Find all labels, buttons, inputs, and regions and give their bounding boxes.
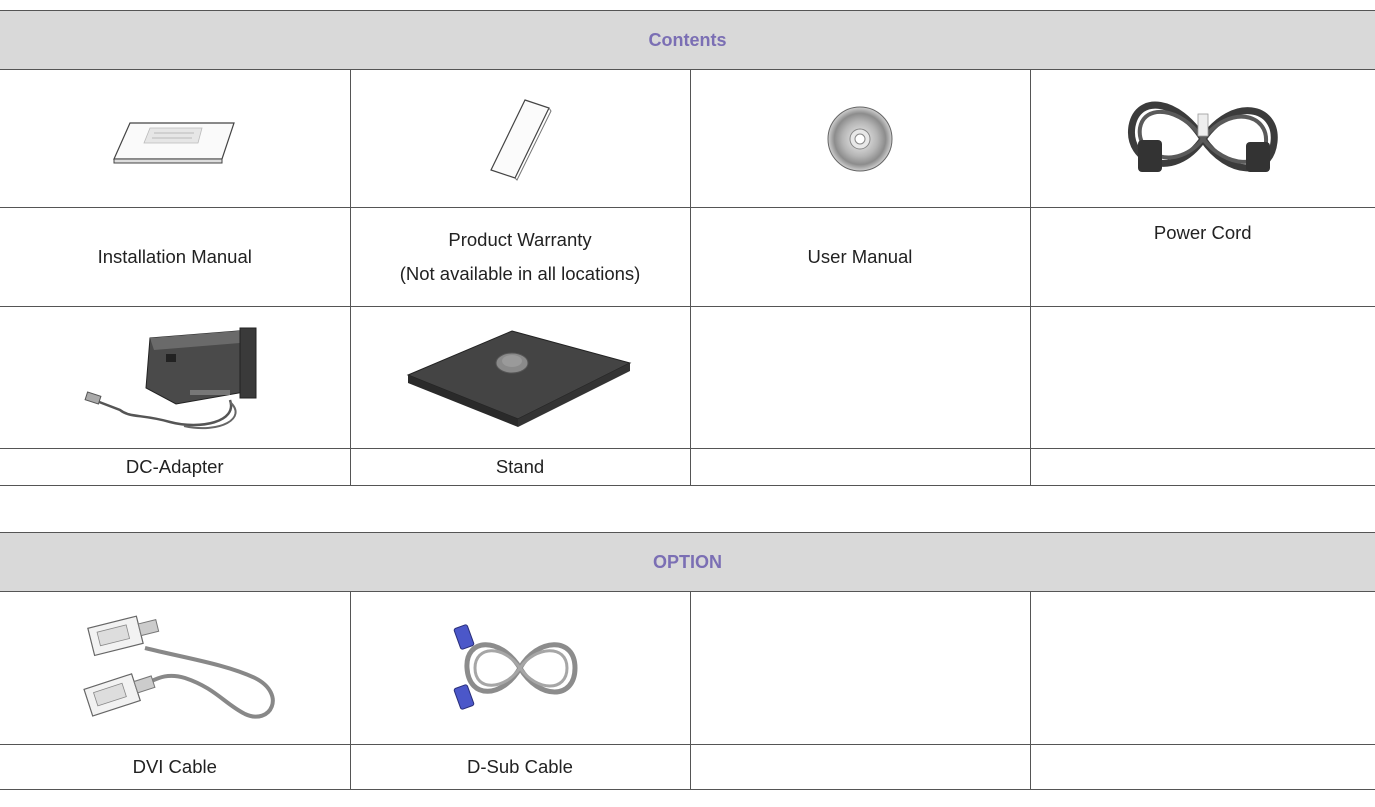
dc-adapter-caption-cell: DC-Adapter <box>0 448 351 486</box>
warranty-booklet-icon <box>490 98 552 181</box>
empty-caption-cell-2 <box>1029 448 1375 486</box>
dvi-cable-label: DVI Cable <box>132 756 217 777</box>
dc-adapter-icon <box>84 327 257 429</box>
user-manual-label: User Manual <box>807 246 913 267</box>
option-empty-caption-cell-2 <box>1029 744 1375 790</box>
option-empty-caption-cell-1 <box>689 744 1031 790</box>
dvi-cable-caption-cell: DVI Cable <box>0 744 351 790</box>
empty-caption-cell-1 <box>689 448 1031 486</box>
stand-icon <box>406 329 632 427</box>
installation-manual-image-cell <box>0 69 351 208</box>
d-sub-cable-image-cell <box>349 591 691 745</box>
d-sub-cable-caption-cell: D-Sub Cable <box>349 744 691 790</box>
power-cord-label: Power Cord <box>1153 222 1252 243</box>
option-header: OPTION <box>0 532 1375 592</box>
option-empty-image-cell-2 <box>1029 591 1375 745</box>
installation-manual-label: Installation Manual <box>97 246 252 267</box>
contents-header: Contents <box>0 10 1375 70</box>
stand-label: Stand <box>495 456 545 477</box>
dc-adapter-label: DC-Adapter <box>125 456 224 477</box>
dc-adapter-image-cell <box>0 306 351 449</box>
user-manual-image-cell <box>689 69 1031 208</box>
dvi-cable-image-cell <box>0 591 351 745</box>
empty-image-cell-1 <box>689 306 1031 449</box>
power-cord-icon <box>1127 101 1278 172</box>
dvi-cable-icon <box>83 615 275 719</box>
user-manual-caption-cell: User Manual <box>689 207 1031 307</box>
power-cord-image-cell <box>1029 69 1375 208</box>
product-warranty-image-cell <box>349 69 691 208</box>
option-table: OPTION DVI Cable D-Sub Cable <box>0 532 1375 790</box>
installation-manual-caption-cell: Installation Manual <box>0 207 351 307</box>
option-empty-image-cell-1 <box>689 591 1031 745</box>
empty-image-cell-2 <box>1029 306 1375 449</box>
product-warranty-sublabel: (Not available in all locations) <box>399 263 641 284</box>
contents-table: Contents Installation Manual Product War… <box>0 10 1375 486</box>
power-cord-caption-cell: Power Cord <box>1029 207 1375 307</box>
d-sub-cable-label: D-Sub Cable <box>467 756 573 777</box>
d-sub-cable-icon <box>453 624 578 710</box>
stand-image-cell <box>349 306 691 449</box>
product-warranty-label: Product Warranty <box>448 229 592 250</box>
product-warranty-caption-cell: Product Warranty (Not available in all l… <box>349 207 691 307</box>
stand-caption-cell: Stand <box>349 448 691 486</box>
cd-disc-icon <box>827 106 893 171</box>
installation-manual-icon <box>112 121 235 163</box>
